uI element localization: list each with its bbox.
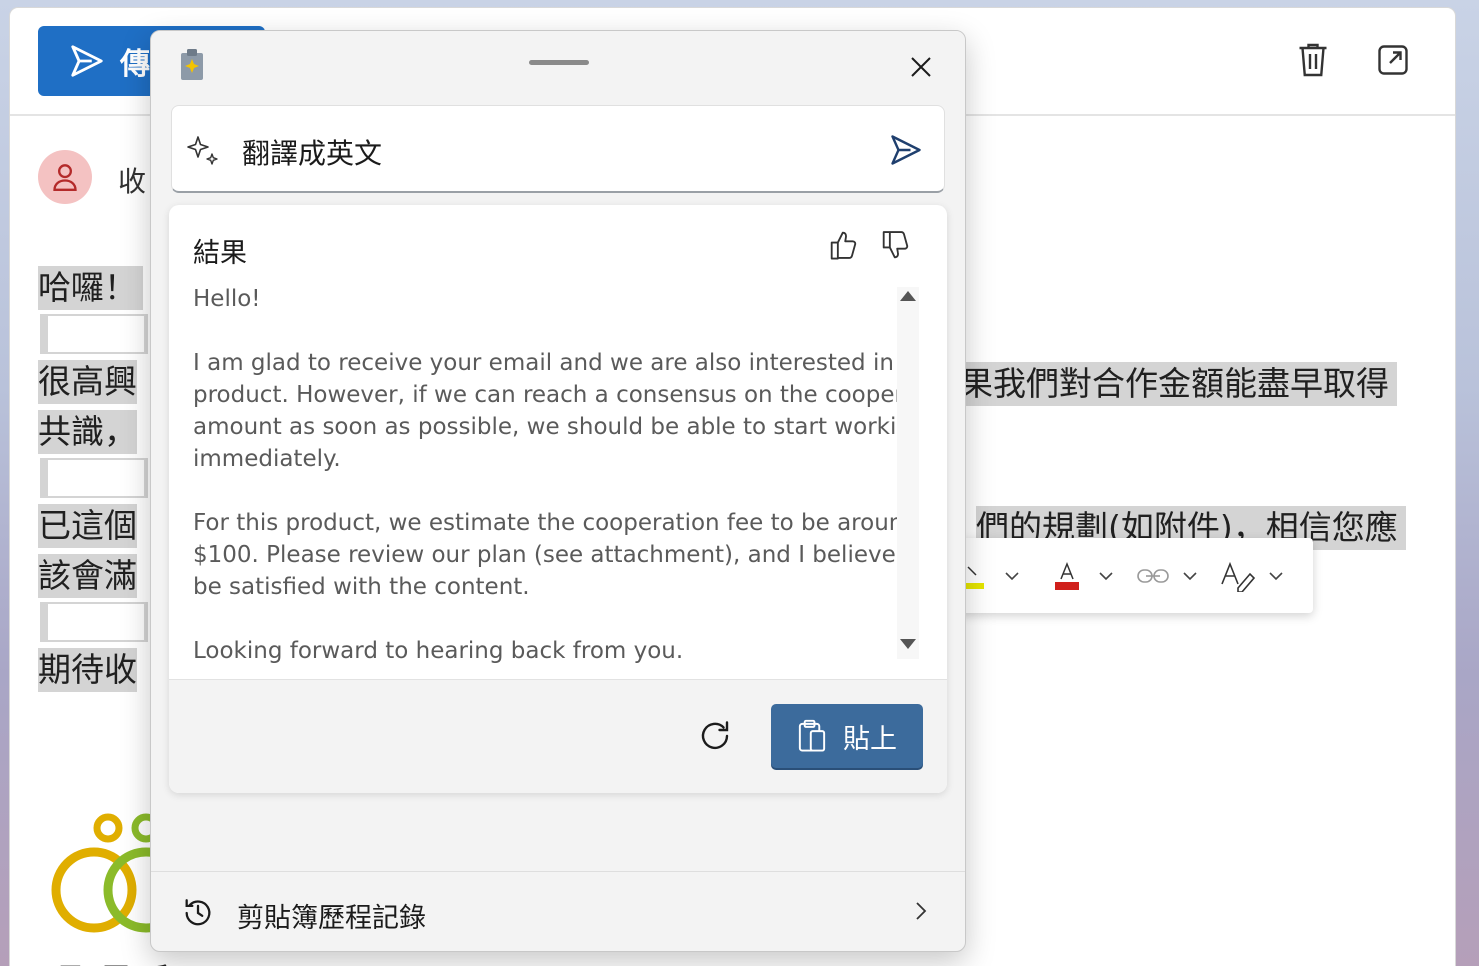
send-icon bbox=[71, 45, 103, 77]
highlight-button[interactable] bbox=[964, 563, 1020, 589]
body-line-5[interactable]: 該會滿 bbox=[38, 554, 137, 598]
sparkle-icon bbox=[187, 136, 218, 165]
close-icon bbox=[911, 57, 931, 77]
body-line-2[interactable]: 很高興 bbox=[38, 360, 137, 404]
styles-button[interactable] bbox=[1220, 560, 1284, 592]
body-line-6[interactable]: 期待收 bbox=[38, 648, 137, 692]
close-button[interactable] bbox=[899, 45, 943, 89]
prompt-input[interactable]: 翻譯成英文 bbox=[171, 105, 945, 193]
font-color-button[interactable] bbox=[1054, 561, 1114, 591]
chevron-down-icon[interactable] bbox=[1268, 571, 1284, 581]
popout-icon bbox=[1378, 45, 1408, 75]
result-paragraph: I am glad to receive your email and we a… bbox=[193, 350, 899, 472]
blank-line bbox=[40, 314, 148, 354]
result-text[interactable]: Hello! I am glad to receive your email a… bbox=[193, 283, 899, 671]
person-icon bbox=[53, 164, 77, 191]
result-title: 結果 bbox=[193, 238, 247, 269]
clipboard-ai-panel: 翻譯成英文 結果 Hello! I am glad to receive you… bbox=[150, 30, 966, 952]
clipboard-app-icon bbox=[181, 49, 203, 80]
regenerate-button[interactable] bbox=[689, 710, 741, 762]
highlighter-icon bbox=[966, 565, 984, 589]
blank-line bbox=[40, 602, 148, 642]
avatar[interactable] bbox=[38, 150, 92, 204]
refresh-icon bbox=[701, 721, 729, 749]
clipboard-history-label: 剪貼簿歷程記錄 bbox=[237, 903, 426, 934]
scroll-up-arrow-icon[interactable] bbox=[899, 289, 917, 303]
thumbs-up-icon[interactable] bbox=[829, 229, 859, 261]
prompt-text: 翻譯成英文 bbox=[242, 137, 383, 170]
link-icon bbox=[1137, 568, 1169, 583]
body-line-1[interactable]: 哈囉！ bbox=[38, 266, 143, 310]
paste-button[interactable]: 貼上 bbox=[771, 704, 923, 768]
drag-handle[interactable] bbox=[529, 60, 589, 65]
blank-line bbox=[40, 458, 148, 498]
chevron-down-icon[interactable] bbox=[1004, 571, 1020, 581]
to-field-label: 收 bbox=[118, 165, 147, 198]
scroll-down-arrow-icon[interactable] bbox=[899, 637, 917, 651]
scrollbar[interactable] bbox=[897, 287, 919, 659]
send-button-label: 傳 bbox=[120, 47, 150, 82]
clipboard-paste-icon bbox=[798, 719, 826, 752]
link-button[interactable] bbox=[1136, 566, 1198, 586]
company-logo bbox=[51, 813, 166, 933]
result-paragraph: For this product, we estimate the cooper… bbox=[193, 510, 899, 600]
chevron-down-icon[interactable] bbox=[1182, 571, 1198, 581]
clipboard-history-link[interactable]: 剪貼簿歷程記錄 bbox=[151, 872, 965, 951]
chevron-down-icon[interactable] bbox=[1098, 571, 1114, 581]
format-toolbar bbox=[950, 538, 1313, 613]
panel-title-bar[interactable] bbox=[151, 31, 965, 101]
body-line-3[interactable]: 共識， bbox=[38, 410, 137, 454]
chevron-right-icon bbox=[916, 902, 927, 920]
thumbs-down-icon[interactable] bbox=[881, 229, 911, 261]
result-card: 結果 Hello! I am glad to receive your emai… bbox=[169, 205, 947, 793]
send-prompt-icon[interactable] bbox=[888, 132, 924, 168]
result-paragraph: Hello! bbox=[193, 286, 261, 312]
text-style-pen-icon bbox=[1221, 561, 1256, 592]
result-actions: 貼上 bbox=[169, 679, 947, 793]
delete-button[interactable] bbox=[1291, 38, 1335, 82]
font-color-icon bbox=[1055, 561, 1079, 590]
body-line-2-right[interactable]: 果我們對合作金額能盡早取得 bbox=[960, 362, 1397, 406]
paste-button-label: 貼上 bbox=[843, 723, 897, 755]
company-logo-text: 瑪昌貿 bbox=[46, 954, 202, 966]
popout-button[interactable] bbox=[1371, 38, 1415, 82]
history-icon bbox=[185, 899, 211, 926]
body-line-4[interactable]: 已這個 bbox=[38, 504, 137, 548]
trash-icon bbox=[1299, 43, 1327, 77]
result-paragraph: Looking forward to hearing back from you… bbox=[193, 638, 684, 664]
